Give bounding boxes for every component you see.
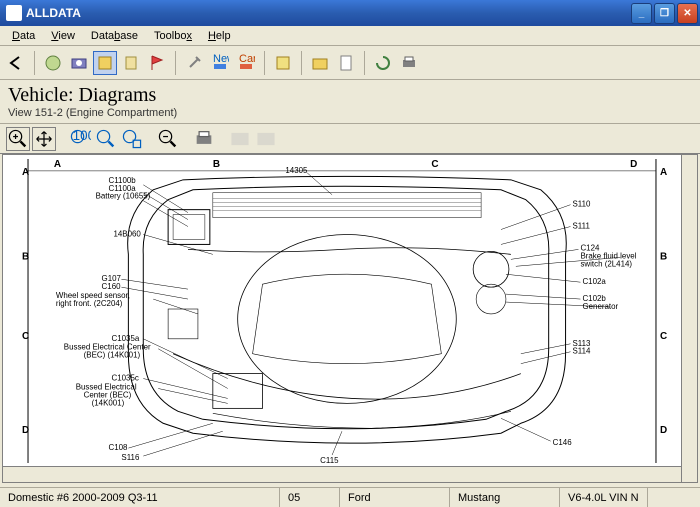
grid-row-rc: C (660, 331, 667, 342)
main-toolbar: New Car (0, 46, 700, 80)
status-make: Ford (340, 488, 450, 507)
grid-col-a: A (54, 159, 61, 170)
label-battery: Battery (10655) (96, 192, 151, 201)
label-bec1-2: (BEC) (14K001) (84, 351, 141, 360)
label-wheel-speed-2: right front. (2C204) (56, 299, 123, 308)
status-year: 05 (280, 488, 340, 507)
print-diagram-button[interactable] (192, 127, 216, 151)
zoom-area-button[interactable] (120, 127, 144, 151)
zoom-out-button[interactable] (156, 127, 180, 151)
svg-text:100: 100 (73, 128, 91, 143)
engine-outline (128, 176, 567, 443)
label-c1035c: C1035c (111, 374, 138, 383)
pan-button[interactable] (32, 127, 56, 151)
label-brake-fluid-2: switch (2L414) (580, 259, 632, 268)
label-14b060: 14B060 (113, 229, 141, 238)
photo1-button[interactable] (228, 127, 252, 151)
back-button[interactable] (4, 51, 28, 75)
diagram-toolbar: 100 (0, 124, 700, 154)
wrench-icon[interactable] (182, 51, 206, 75)
label-s111: S111 (573, 222, 591, 231)
grid-col-c: C (431, 159, 438, 170)
status-domestic: Domestic #6 2000-2009 Q3-11 (0, 488, 280, 507)
label-c102a: C102a (582, 277, 606, 286)
zoom-100-button[interactable]: 100 (68, 127, 92, 151)
statusbar: Domestic #6 2000-2009 Q3-11 05 Ford Must… (0, 487, 700, 507)
menu-database[interactable]: Database (83, 28, 146, 44)
maximize-button[interactable]: ❐ (654, 3, 675, 24)
label-c160: C160 (102, 282, 122, 291)
titlebar: ALLDATA _ ❐ ✕ (0, 0, 700, 26)
label-s116: S116 (121, 453, 140, 462)
label-c115: C115 (320, 456, 339, 465)
horizontal-scrollbar[interactable] (3, 466, 681, 482)
photo2-button[interactable] (254, 127, 278, 151)
label-generator: Generator (582, 302, 618, 311)
grid-row-rd: D (660, 425, 667, 436)
menu-view[interactable]: View (43, 28, 83, 44)
page-title: Vehicle: Diagrams (8, 84, 692, 107)
vertical-scrollbar[interactable] (681, 155, 697, 482)
tool-icon[interactable] (93, 51, 117, 75)
book-icon[interactable] (271, 51, 295, 75)
zoom-fit-button[interactable] (94, 127, 118, 151)
menu-toolbox[interactable]: Toolbox (146, 28, 200, 44)
zoom-in-button[interactable] (6, 127, 30, 151)
label-14305: 14305 (285, 166, 308, 175)
status-model: Mustang (450, 488, 560, 507)
window-title: ALLDATA (26, 6, 631, 20)
flag-icon[interactable] (145, 51, 169, 75)
car-icon[interactable]: Car (234, 51, 258, 75)
folder-icon[interactable] (308, 51, 332, 75)
minimize-button[interactable]: _ (631, 3, 652, 24)
grid-row-ra: A (660, 167, 667, 178)
camera-icon[interactable] (67, 51, 91, 75)
app-icon (6, 5, 22, 21)
label-c1035a: C1035a (111, 334, 139, 343)
label-s114: S114 (573, 347, 592, 356)
print-icon[interactable] (397, 51, 421, 75)
menubar: Data View Database Toolbox Help (0, 26, 700, 46)
diagram-viewport[interactable]: A B C D A B C D A B C D (2, 154, 698, 483)
grid-col-b: B (213, 159, 220, 170)
globe-icon[interactable] (41, 51, 65, 75)
label-s110: S110 (573, 200, 592, 209)
new-car-icon[interactable]: New (208, 51, 232, 75)
window-controls: _ ❐ ✕ (631, 3, 698, 24)
svg-text:Car: Car (239, 54, 255, 65)
status-engine: V6-4.0L VIN N (560, 488, 648, 507)
close-button[interactable]: ✕ (677, 3, 698, 24)
label-c108: C108 (109, 443, 129, 452)
label-bec2-3: (14K001) (92, 398, 125, 407)
label-c146: C146 (553, 438, 573, 447)
menu-data[interactable]: Data (4, 28, 43, 44)
content-header: Vehicle: Diagrams View 151-2 (Engine Com… (0, 80, 700, 124)
engine-diagram: A B C D A B C D A B C D (3, 155, 681, 466)
svg-text:New: New (213, 54, 229, 65)
badge-icon[interactable] (119, 51, 143, 75)
refresh-icon[interactable] (371, 51, 395, 75)
document-icon[interactable] (334, 51, 358, 75)
menu-help[interactable]: Help (200, 28, 239, 44)
grid-col-d: D (630, 159, 637, 170)
view-subtitle: View 151-2 (Engine Compartment) (8, 107, 692, 119)
grid-row-rb: B (660, 251, 667, 262)
